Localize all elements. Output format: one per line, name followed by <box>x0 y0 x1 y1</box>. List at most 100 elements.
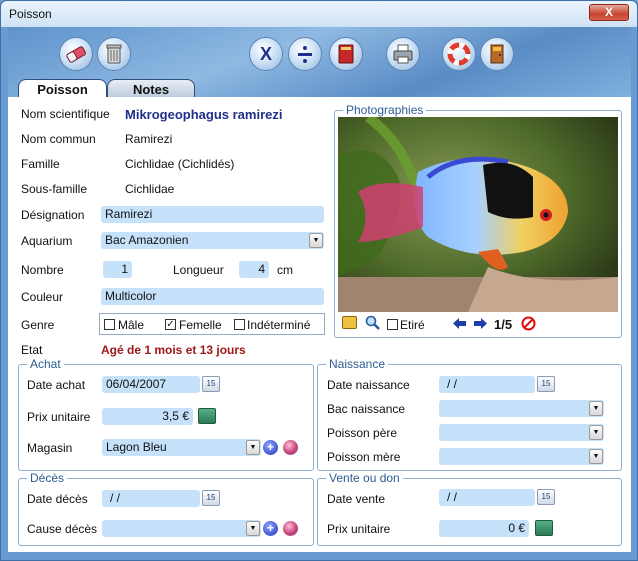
date-achat-label: Date achat <box>27 378 86 392</box>
nombre-input[interactable]: 1 <box>103 261 132 278</box>
svg-text:X: X <box>260 44 272 64</box>
genre-male-checkbox[interactable] <box>104 319 115 330</box>
designation-input[interactable]: Ramirezi <box>101 206 324 223</box>
sous-famille-value: Cichlidae <box>125 182 175 196</box>
prix-achat-label: Prix unitaire <box>27 410 91 424</box>
book-button[interactable] <box>329 37 363 71</box>
window-title: Poisson <box>9 7 52 21</box>
longueur-unit: cm <box>277 263 293 277</box>
magasin-label: Magasin <box>27 441 73 455</box>
aquarium-label: Aquarium <box>21 234 73 248</box>
nom-scientifique-label: Nom scientifique <box>21 107 110 121</box>
date-naissance-label: Date naissance <box>327 378 410 392</box>
chevron-down-icon[interactable]: ▼ <box>589 401 603 416</box>
couleur-input[interactable]: Multicolor <box>101 288 324 305</box>
chevron-down-icon[interactable]: ▼ <box>309 233 323 248</box>
date-naissance-input[interactable]: / / <box>439 376 535 393</box>
add-icon[interactable]: + <box>263 440 278 455</box>
delete-button[interactable] <box>97 37 131 71</box>
nom-commun-label: Nom commun <box>21 132 96 146</box>
designation-label: Désignation <box>21 208 85 222</box>
printer-icon <box>393 44 413 64</box>
tab-poisson[interactable]: Poisson <box>18 79 107 99</box>
close-button[interactable]: X <box>589 4 629 21</box>
cancel-button[interactable]: X <box>249 37 283 71</box>
print-button[interactable] <box>386 37 420 71</box>
genre-femelle-checkbox[interactable]: ✓ <box>165 319 176 330</box>
lifebuoy-help-icon <box>447 42 471 66</box>
date-deces-label: Date décès <box>27 492 88 506</box>
vente-title: Vente ou don <box>326 471 403 485</box>
cancel-x-icon: X <box>260 44 272 64</box>
calendar-icon[interactable]: 15 <box>537 376 555 392</box>
chevron-down-icon[interactable]: ▼ <box>589 449 603 464</box>
date-vente-input[interactable]: / / <box>439 489 535 506</box>
naissance-title: Naissance <box>326 357 389 371</box>
exit-button[interactable] <box>480 37 514 71</box>
calculator-icon[interactable] <box>535 520 553 536</box>
prix-vente-label: Prix unitaire <box>327 522 391 536</box>
date-achat-input[interactable]: 06/04/2007 <box>102 376 200 393</box>
sous-famille-label: Sous-famille <box>21 182 88 196</box>
famille-label: Famille <box>21 157 60 171</box>
photos-title: Photographies <box>343 103 427 117</box>
photo-counter: 1/5 <box>494 317 513 332</box>
couleur-label: Couleur <box>21 290 64 304</box>
etat-value: Agé de 1 mois et 13 jours <box>101 343 246 357</box>
date-deces-input[interactable]: / / <box>102 490 200 507</box>
nombre-label: Nombre <box>21 263 64 277</box>
bac-naissance-select[interactable]: ▼ <box>439 400 604 417</box>
calendar-icon[interactable]: 15 <box>202 490 220 506</box>
add-icon[interactable]: + <box>263 521 278 536</box>
prix-achat-input[interactable]: 3,5 € <box>102 408 193 425</box>
title-bar: Poisson X <box>1 1 637 27</box>
folder-icon[interactable] <box>342 316 357 329</box>
famille-value: Cichlidae (Cichlidés) <box>125 157 235 171</box>
genre-male-label: Mâle <box>118 318 145 332</box>
magasin-value: Lagon Bleu <box>106 440 167 454</box>
tab-notes[interactable]: Notes <box>107 79 195 99</box>
poisson-pere-label: Poisson père <box>327 426 398 440</box>
prix-vente-input[interactable]: 0 € <box>439 520 529 537</box>
deces-title: Décès <box>27 471 68 485</box>
chevron-down-icon[interactable]: ▼ <box>246 440 260 455</box>
magnifier-icon[interactable] <box>365 315 381 331</box>
etire-checkbox[interactable] <box>387 319 398 330</box>
magasin-select[interactable]: Lagon Bleu ▼ <box>102 439 261 456</box>
achat-title: Achat <box>27 357 64 371</box>
cause-deces-select[interactable]: ▼ <box>102 520 261 537</box>
divide-icon <box>298 46 312 63</box>
genre-indetermine-label: Indéterminé <box>247 318 311 332</box>
poisson-mere-select[interactable]: ▼ <box>439 448 604 465</box>
exit-door-icon <box>490 44 504 64</box>
chevron-down-icon[interactable]: ▼ <box>589 425 603 440</box>
main-window: Poisson X X Poisson Notes Nom scientifiq… <box>0 0 638 561</box>
genre-femelle-label: Femelle <box>179 318 222 332</box>
etat-label: Etat <box>21 343 43 357</box>
calculator-icon[interactable] <box>198 408 216 424</box>
longueur-label: Longueur <box>173 263 224 277</box>
arrow-left-icon[interactable] <box>452 317 467 330</box>
edit-icon[interactable] <box>283 521 298 536</box>
genre-indetermine-checkbox[interactable] <box>234 319 245 330</box>
genre-group: Mâle ✓ Femelle Indéterminé <box>99 313 325 335</box>
genre-label: Genre <box>21 318 55 332</box>
nom-scientifique-value: Mikrogeophagus ramirezi <box>125 107 283 122</box>
arrow-right-icon[interactable] <box>473 317 488 330</box>
calendar-icon[interactable]: 15 <box>537 489 555 505</box>
eraser-button[interactable] <box>59 37 93 71</box>
longueur-input[interactable]: 4 <box>239 261 269 278</box>
edit-icon[interactable] <box>283 440 298 455</box>
fish-photo[interactable] <box>338 117 618 312</box>
chevron-down-icon[interactable]: ▼ <box>246 521 260 536</box>
delete-icon[interactable] <box>521 316 536 331</box>
help-button[interactable] <box>442 37 476 71</box>
divide-button[interactable] <box>288 37 322 71</box>
poisson-pere-select[interactable]: ▼ <box>439 424 604 441</box>
aquarium-value: Bac Amazonien <box>105 233 189 247</box>
bac-naissance-label: Bac naissance <box>327 402 406 416</box>
calendar-icon[interactable]: 15 <box>202 376 220 392</box>
aquarium-select[interactable]: Bac Amazonien ▼ <box>101 232 324 249</box>
date-vente-label: Date vente <box>327 492 386 506</box>
nom-commun-value: Ramirezi <box>125 132 173 146</box>
